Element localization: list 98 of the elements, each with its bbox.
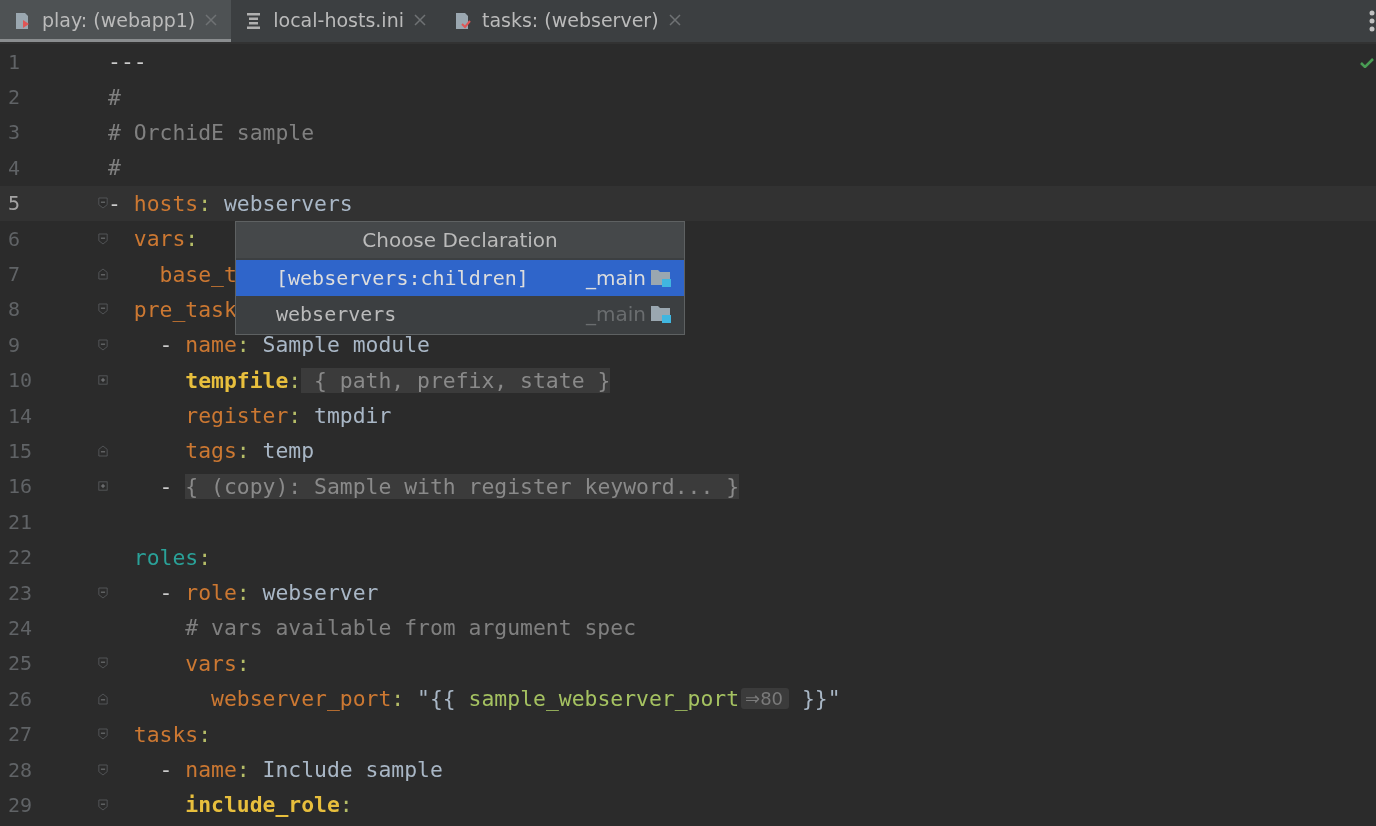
line-number: 8 [7,297,22,322]
editor-tab[interactable]: tasks: (webserver) [439,0,695,42]
code-token: : [236,757,250,782]
code-token: - [158,332,173,358]
code-token: : [391,686,405,712]
code-token: webservers [222,190,353,216]
code-token: temp [261,438,315,464]
code-token: "{{ [416,686,456,712]
code-token: role [184,580,237,606]
folder-icon [650,304,672,324]
line-number: 23 [7,580,34,605]
folded-code[interactable]: { (copy): Sample with register keyword... } [185,473,740,499]
code-token: roles [132,544,199,570]
line-number: 15 [7,439,34,463]
code-token: tasks [132,721,199,747]
code-token: - [108,190,121,216]
code-token: webserver [261,580,379,606]
line-number: 9 [7,332,22,357]
code-token: : [339,792,353,818]
fold-icon[interactable] [98,337,108,352]
line-number: 7 [7,262,22,287]
code-token: : [198,544,212,570]
declaration-item[interactable]: [webservers:children] _main [236,260,684,296]
code-token: : [236,438,250,464]
fold-icon[interactable] [98,656,108,671]
fold-icon[interactable] [98,762,108,777]
code-token: vars [184,650,237,676]
line-number: 28 [7,757,34,782]
folder-icon [650,268,672,288]
code-token: Include sample [261,757,443,782]
code-token: # vars available from argument spec [184,615,636,641]
line-number: 26 [7,686,34,711]
fold-icon[interactable] [98,302,108,317]
fold-icon[interactable] [98,797,108,812]
line-number: 25 [7,651,34,676]
line-number: 10 [7,368,34,393]
editor-tab[interactable]: local-hosts.ini [231,0,440,42]
line-number: 4 [7,155,22,180]
code-token: register [184,403,289,429]
line-number: 2 [7,85,22,110]
more-icon[interactable] [1368,9,1376,33]
code-token: # [108,155,121,181]
code-token: webserver_port [210,686,392,712]
code-token: base_t [158,261,237,287]
fold-end-icon[interactable] [98,691,108,706]
code-token: - [158,580,173,606]
line-number: 5 [7,191,22,216]
expand-icon[interactable] [98,479,108,494]
line-number: 3 [7,120,22,145]
close-icon[interactable] [668,13,681,26]
editor-tab[interactable]: play: (webapp1) [0,0,232,42]
code-token: --- [108,49,147,75]
fold-icon[interactable] [98,585,108,600]
code-token: }}" [800,686,841,712]
code-token: # [108,84,121,110]
code-token: hosts [132,190,199,216]
fold-end-icon[interactable] [98,444,108,458]
code-token: tempfile [184,367,289,393]
code-token: : [236,580,250,606]
code-token: pre_task [132,296,237,322]
fold-icon[interactable] [98,231,108,246]
code-token: Sample module [261,332,430,358]
code-token: tags [184,438,237,464]
fold-icon[interactable] [98,727,108,742]
code-token: - [158,473,174,499]
code-token: : [236,332,250,358]
close-icon[interactable] [413,13,426,26]
close-icon[interactable] [205,13,218,26]
folded-code[interactable]: { path, prefix, state } [301,367,611,393]
line-number: 6 [7,226,22,251]
code-token: sample_webserver_port [467,686,740,712]
fold-icon[interactable] [98,196,108,211]
code-token: : [198,190,212,216]
check-icon [1360,58,1374,68]
code-token: vars [132,226,186,252]
code-token: : [236,650,250,676]
expand-icon[interactable] [98,373,108,388]
code-token: name [184,332,237,358]
code-token: : [288,367,302,393]
code-token: tmpdir [313,403,392,429]
inlay-hint: ⇒80 [741,688,790,710]
line-number: 14 [7,403,34,428]
code-token: name [184,757,237,782]
line-number: 29 [7,792,34,817]
code-token: : [185,226,199,252]
line-number: 24 [7,615,34,640]
popup-title: Choose Declaration [236,222,684,258]
code-token: : [198,721,212,747]
line-number: 27 [7,722,34,747]
line-number: 21 [7,509,34,534]
code-token: - [158,757,173,782]
code-token: include_role [184,792,340,818]
line-number: 1 [7,49,22,74]
code-token: # OrchidE sample [108,119,315,145]
line-number: 16 [7,474,34,499]
code-token: : [288,403,302,429]
fold-end-icon[interactable] [98,267,108,282]
line-number: 22 [7,545,34,570]
